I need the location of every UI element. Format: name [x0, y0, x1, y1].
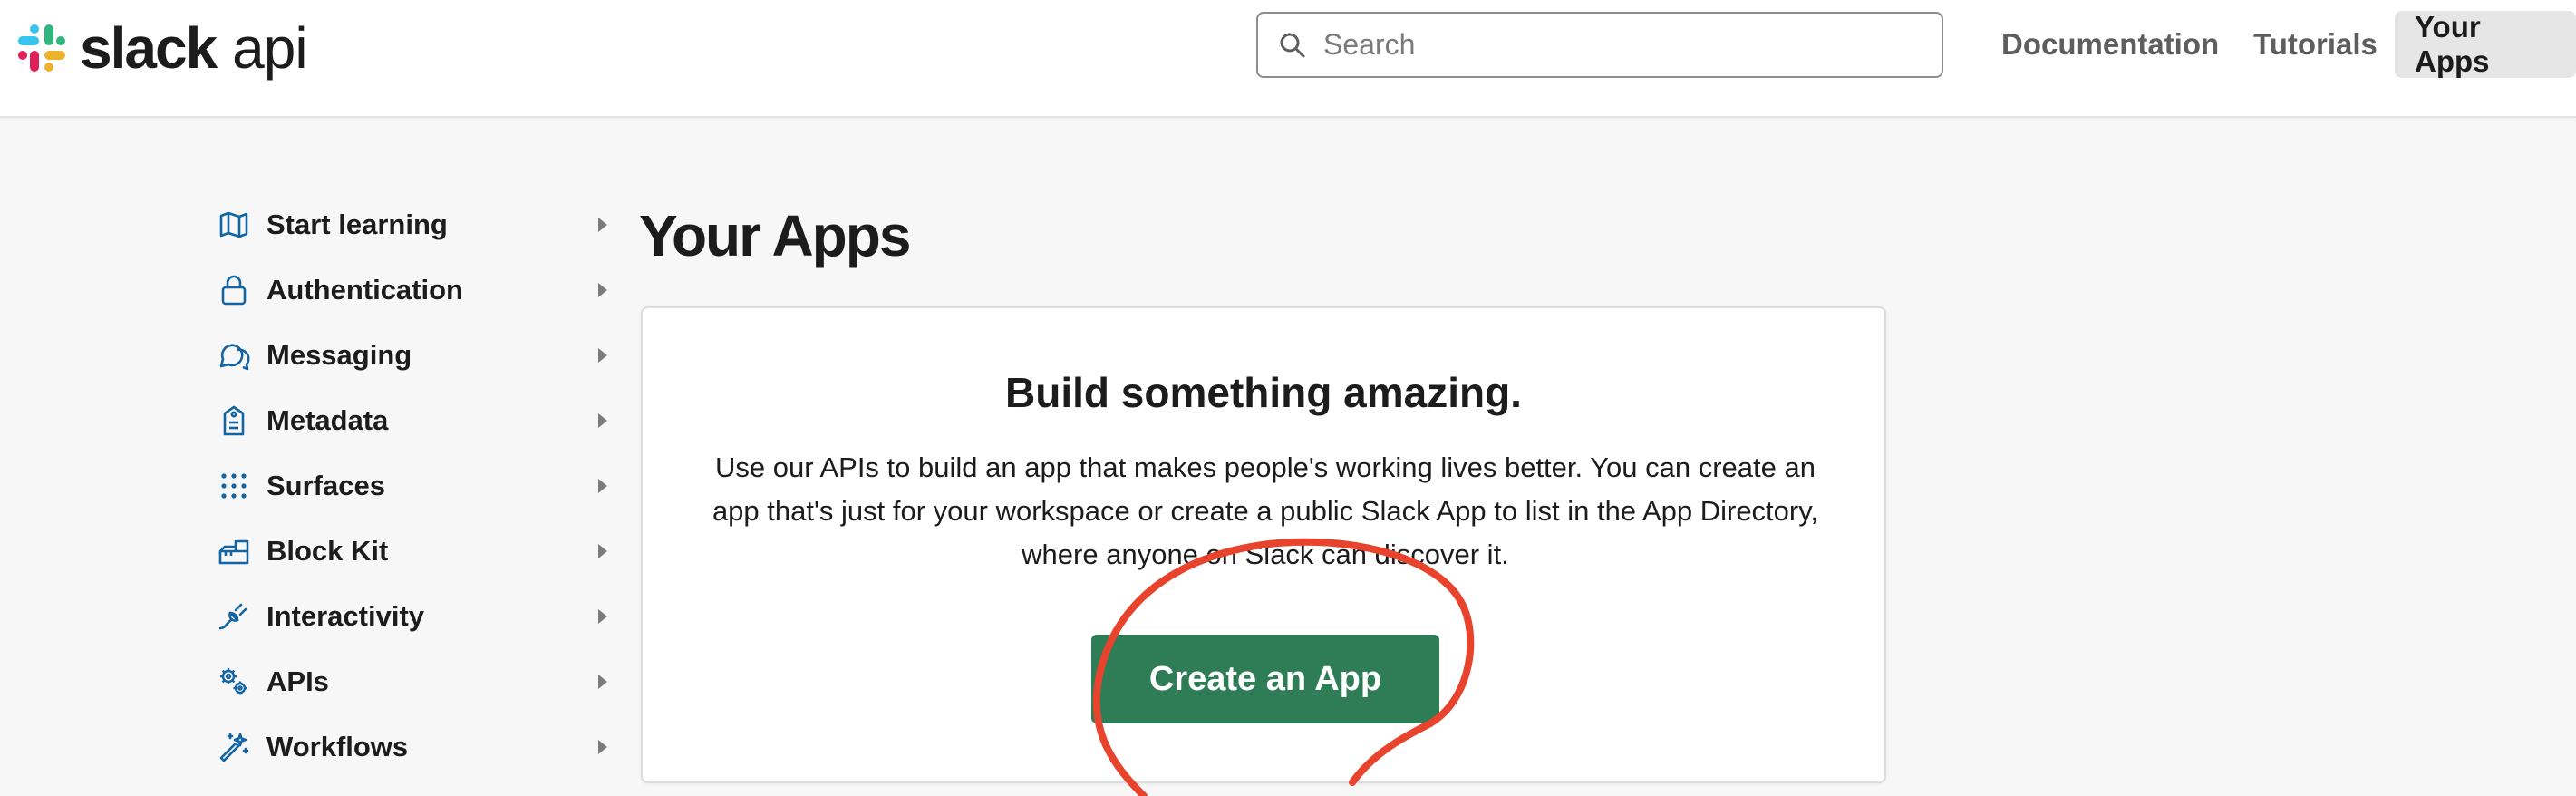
gears-icon	[216, 664, 252, 700]
sidebar-item-apis[interactable]: APIs	[208, 649, 607, 714]
top-header: slack api Documentation Tutorials Your A…	[0, 0, 2576, 118]
search-box[interactable]	[1256, 12, 1943, 78]
sidebar-item-messaging[interactable]: Messaging	[208, 323, 607, 388]
brand-name: slack	[80, 15, 218, 81]
caret-right-icon[interactable]	[598, 413, 607, 428]
message-icon	[216, 337, 252, 374]
sidebar-item-start-learning[interactable]: Start learning	[208, 192, 607, 257]
nav-documentation[interactable]: Documentation	[1981, 11, 2239, 78]
sidebar-item-workflows[interactable]: Workflows	[208, 714, 607, 780]
sidebar-item-authentication[interactable]: Authentication	[208, 257, 607, 323]
brand-suffix: api	[232, 15, 307, 81]
nav-tutorials[interactable]: Tutorials	[2233, 11, 2397, 78]
caret-right-icon[interactable]	[598, 740, 607, 754]
brand[interactable]: slack api	[15, 15, 308, 81]
card-heading: Build something amazing.	[1005, 369, 1522, 416]
sidebar-item-label: Authentication	[266, 274, 463, 306]
plug-icon	[216, 598, 252, 635]
sidebar-item-label: Surfaces	[266, 470, 385, 501]
caret-right-icon[interactable]	[598, 283, 607, 297]
caret-right-icon[interactable]	[598, 218, 607, 232]
card-description: Use our APIs to build an app that makes …	[712, 451, 1819, 570]
sidebar-item-label: Interactivity	[266, 600, 425, 632]
empty-state-card: Build something amazing. Use our APIs to…	[641, 306, 1886, 783]
sidebar-item-label: Block Kit	[266, 535, 389, 567]
sidebar-item-interactivity[interactable]: Interactivity	[208, 584, 607, 649]
sidebar-item-block-kit[interactable]: Block Kit	[208, 519, 607, 584]
caret-right-icon[interactable]	[598, 479, 607, 493]
sidebar-item-label: Workflows	[266, 731, 409, 762]
search-input[interactable]	[1322, 27, 1902, 63]
sidebar-item-surfaces[interactable]: Surfaces	[208, 453, 607, 519]
nav-your-apps[interactable]: Your Apps	[2395, 10, 2576, 78]
slack-logo-icon	[18, 24, 65, 72]
magic-wand-icon	[216, 729, 252, 765]
sidebar-item-label: Start learning	[266, 209, 448, 240]
create-an-app-button[interactable]: Create an App	[1091, 635, 1439, 723]
caret-right-icon[interactable]	[598, 675, 607, 689]
caret-right-icon[interactable]	[598, 544, 607, 558]
sidebar: Start learning Authentication Messaging	[208, 192, 607, 780]
sidebar-item-metadata[interactable]: Metadata	[208, 388, 607, 453]
grid-dots-icon	[216, 468, 252, 504]
search-icon	[1280, 33, 1305, 57]
lock-icon	[216, 272, 252, 308]
sidebar-item-label: Metadata	[266, 404, 389, 436]
sidebar-item-label: Messaging	[266, 339, 412, 371]
tag-icon	[216, 403, 252, 439]
sidebar-item-label: APIs	[266, 665, 329, 697]
blocks-icon	[216, 533, 252, 569]
map-icon	[216, 207, 252, 243]
page-title: Your Apps	[639, 203, 911, 268]
caret-right-icon[interactable]	[598, 609, 607, 624]
caret-right-icon[interactable]	[598, 348, 607, 363]
